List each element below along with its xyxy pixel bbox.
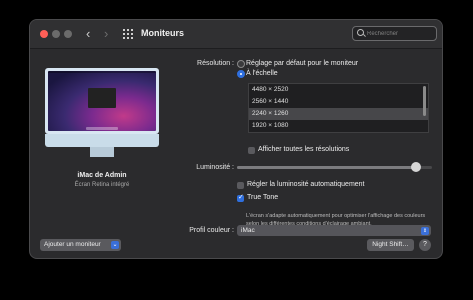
- resolution-label: Résolution :: [197, 60, 234, 67]
- auto-brightness-label: Régler la luminosité automatiquement: [247, 181, 365, 188]
- color-profile-label: Profil couleur :: [189, 227, 234, 234]
- true-tone-label: True Tone: [247, 194, 279, 201]
- show-all-grid-icon[interactable]: [123, 29, 134, 40]
- night-shift-button[interactable]: Night Shift…: [367, 239, 414, 251]
- radio-default-resolution[interactable]: [237, 60, 245, 68]
- search-icon: [357, 29, 364, 36]
- title-bar: ‹ › Moniteurs: [30, 20, 442, 49]
- brightness-slider[interactable]: [237, 162, 432, 172]
- display-subtitle: Écran Retina intégré: [74, 182, 130, 188]
- displays-window: ‹ › Moniteurs iMac de Admin Écran Retina…: [29, 19, 443, 259]
- resolution-row[interactable]: 1920 × 1080: [249, 120, 428, 132]
- minimize-window-button[interactable]: [52, 30, 60, 38]
- search-input[interactable]: [367, 27, 435, 40]
- resolution-row[interactable]: 2560 × 1440: [249, 96, 428, 108]
- back-icon[interactable]: ‹: [86, 26, 90, 41]
- resolution-row-selected[interactable]: 2240 × 1260: [249, 108, 428, 120]
- imac-illustration: [45, 68, 159, 134]
- forward-icon[interactable]: ›: [104, 26, 108, 41]
- default-resolution-label: Réglage par défaut pour le moniteur: [246, 60, 359, 67]
- show-all-resolutions-checkbox[interactable]: [248, 147, 255, 154]
- add-monitor-label: Ajouter un moniteur: [44, 241, 101, 248]
- brightness-slider-fill: [237, 166, 417, 169]
- auto-brightness-checkbox[interactable]: [237, 182, 244, 189]
- brightness-label: Luminosité :: [196, 164, 234, 171]
- true-tone-checkbox[interactable]: [237, 193, 244, 202]
- resolution-row[interactable]: 4480 × 2520: [249, 84, 428, 96]
- close-window-button[interactable]: [40, 30, 48, 38]
- imac-stand: [90, 147, 114, 157]
- brightness-slider-knob[interactable]: [411, 162, 422, 172]
- radio-scaled-resolution[interactable]: [237, 70, 245, 78]
- search-field[interactable]: [352, 26, 437, 41]
- window-title: Moniteurs: [141, 28, 185, 38]
- resolution-list[interactable]: 4480 × 2520 2560 × 1440 2240 × 1260 1920…: [248, 83, 429, 133]
- display-name: iMac de Admin: [77, 172, 127, 179]
- updown-chevron-icon: ⇕: [421, 226, 429, 235]
- imac-wallpaper: [48, 71, 156, 131]
- color-profile-select[interactable]: iMac ⇕: [237, 225, 431, 236]
- add-monitor-button[interactable]: Ajouter un moniteur ⌄: [40, 239, 121, 251]
- scaled-resolution-label: À l'échelle: [246, 70, 278, 77]
- imac-chin: [45, 134, 159, 147]
- chevron-down-icon: ⌄: [111, 241, 119, 249]
- resolution-scrollbar[interactable]: [423, 86, 426, 116]
- show-all-resolutions-label: Afficher toutes les résolutions: [258, 146, 350, 153]
- help-button[interactable]: ?: [419, 239, 431, 251]
- zoom-window-button[interactable]: [64, 30, 72, 38]
- color-profile-value: iMac: [241, 227, 255, 234]
